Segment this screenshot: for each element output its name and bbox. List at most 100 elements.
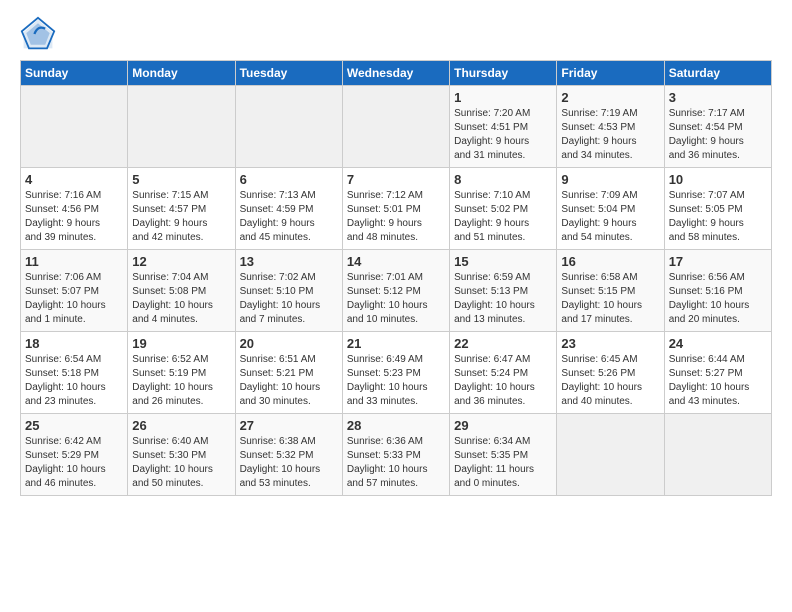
week-row-2: 11 Sunrise: 7:06 AM Sunset: 5:07 PM Dayli… [21, 250, 772, 332]
day-info: Sunrise: 7:10 AM Sunset: 5:02 PM Dayligh… [454, 189, 552, 245]
day-number: 7 [347, 172, 445, 187]
calendar-cell: 13 Sunrise: 7:02 AM Sunset: 5:10 PM Dayli… [235, 250, 342, 332]
logo [20, 16, 60, 52]
day-info: Sunrise: 7:09 AM Sunset: 5:04 PM Dayligh… [561, 189, 659, 245]
calendar-cell: 29 Sunrise: 6:34 AM Sunset: 5:35 PM Dayli… [450, 414, 557, 496]
calendar-cell [21, 86, 128, 168]
calendar-cell: 20 Sunrise: 6:51 AM Sunset: 5:21 PM Dayli… [235, 332, 342, 414]
calendar-cell: 3 Sunrise: 7:17 AM Sunset: 4:54 PM Daylig… [664, 86, 771, 168]
week-row-4: 25 Sunrise: 6:42 AM Sunset: 5:29 PM Dayli… [21, 414, 772, 496]
day-info: Sunrise: 6:45 AM Sunset: 5:26 PM Dayligh… [561, 353, 659, 409]
day-number: 4 [25, 172, 123, 187]
day-info: Sunrise: 6:54 AM Sunset: 5:18 PM Dayligh… [25, 353, 123, 409]
day-info: Sunrise: 6:59 AM Sunset: 5:13 PM Dayligh… [454, 271, 552, 327]
day-number: 26 [132, 418, 230, 433]
day-number: 29 [454, 418, 552, 433]
calendar-cell: 11 Sunrise: 7:06 AM Sunset: 5:07 PM Dayli… [21, 250, 128, 332]
day-number: 13 [240, 254, 338, 269]
calendar-cell: 26 Sunrise: 6:40 AM Sunset: 5:30 PM Dayli… [128, 414, 235, 496]
day-info: Sunrise: 7:04 AM Sunset: 5:08 PM Dayligh… [132, 271, 230, 327]
day-info: Sunrise: 6:51 AM Sunset: 5:21 PM Dayligh… [240, 353, 338, 409]
day-number: 21 [347, 336, 445, 351]
day-info: Sunrise: 6:36 AM Sunset: 5:33 PM Dayligh… [347, 435, 445, 491]
calendar-cell: 12 Sunrise: 7:04 AM Sunset: 5:08 PM Dayli… [128, 250, 235, 332]
day-number: 11 [25, 254, 123, 269]
calendar-cell [664, 414, 771, 496]
calendar-table: SundayMondayTuesdayWednesdayThursdayFrid… [20, 60, 772, 496]
day-info: Sunrise: 7:19 AM Sunset: 4:53 PM Dayligh… [561, 107, 659, 163]
day-header-thursday: Thursday [450, 61, 557, 86]
calendar-cell: 17 Sunrise: 6:56 AM Sunset: 5:16 PM Dayli… [664, 250, 771, 332]
day-info: Sunrise: 7:13 AM Sunset: 4:59 PM Dayligh… [240, 189, 338, 245]
day-number: 9 [561, 172, 659, 187]
day-number: 24 [669, 336, 767, 351]
calendar-cell: 18 Sunrise: 6:54 AM Sunset: 5:18 PM Dayli… [21, 332, 128, 414]
day-header-sunday: Sunday [21, 61, 128, 86]
calendar-cell: 4 Sunrise: 7:16 AM Sunset: 4:56 PM Daylig… [21, 168, 128, 250]
day-header-tuesday: Tuesday [235, 61, 342, 86]
calendar-cell: 8 Sunrise: 7:10 AM Sunset: 5:02 PM Daylig… [450, 168, 557, 250]
day-header-monday: Monday [128, 61, 235, 86]
calendar-cell: 22Sunrise: 6:47 AM Sunset: 5:24 PM Dayli… [450, 332, 557, 414]
day-info: Sunrise: 6:40 AM Sunset: 5:30 PM Dayligh… [132, 435, 230, 491]
week-row-3: 18 Sunrise: 6:54 AM Sunset: 5:18 PM Dayli… [21, 332, 772, 414]
day-info: Sunrise: 6:34 AM Sunset: 5:35 PM Dayligh… [454, 435, 552, 491]
day-number: 28 [347, 418, 445, 433]
day-info: Sunrise: 7:20 AM Sunset: 4:51 PM Dayligh… [454, 107, 552, 163]
page: SundayMondayTuesdayWednesdayThursdayFrid… [0, 0, 792, 506]
calendar-cell: 7 Sunrise: 7:12 AM Sunset: 5:01 PM Daylig… [342, 168, 449, 250]
calendar-cell: 10 Sunrise: 7:07 AM Sunset: 5:05 PM Dayli… [664, 168, 771, 250]
day-info: Sunrise: 7:12 AM Sunset: 5:01 PM Dayligh… [347, 189, 445, 245]
calendar-cell [557, 414, 664, 496]
day-info: Sunrise: 7:06 AM Sunset: 5:07 PM Dayligh… [25, 271, 123, 327]
day-number: 1 [454, 90, 552, 105]
calendar-cell: 19 Sunrise: 6:52 AM Sunset: 5:19 PM Dayli… [128, 332, 235, 414]
day-info: Sunrise: 7:02 AM Sunset: 5:10 PM Dayligh… [240, 271, 338, 327]
calendar-cell: 14 Sunrise: 7:01 AM Sunset: 5:12 PM Dayli… [342, 250, 449, 332]
day-number: 23 [561, 336, 659, 351]
day-info: Sunrise: 7:17 AM Sunset: 4:54 PM Dayligh… [669, 107, 767, 163]
calendar-cell: 5Sunrise: 7:15 AM Sunset: 4:57 PM Daylig… [128, 168, 235, 250]
day-number: 20 [240, 336, 338, 351]
day-info: Sunrise: 7:16 AM Sunset: 4:56 PM Dayligh… [25, 189, 123, 245]
calendar-cell: 9 Sunrise: 7:09 AM Sunset: 5:04 PM Daylig… [557, 168, 664, 250]
day-number: 25 [25, 418, 123, 433]
day-header-saturday: Saturday [664, 61, 771, 86]
header-row: SundayMondayTuesdayWednesdayThursdayFrid… [21, 61, 772, 86]
day-info: Sunrise: 6:44 AM Sunset: 5:27 PM Dayligh… [669, 353, 767, 409]
day-number: 6 [240, 172, 338, 187]
calendar-cell: 27 Sunrise: 6:38 AM Sunset: 5:32 PM Dayli… [235, 414, 342, 496]
day-info: Sunrise: 6:38 AM Sunset: 5:32 PM Dayligh… [240, 435, 338, 491]
day-number: 12 [132, 254, 230, 269]
calendar-cell [342, 86, 449, 168]
day-number: 19 [132, 336, 230, 351]
calendar-cell: 24 Sunrise: 6:44 AM Sunset: 5:27 PM Dayli… [664, 332, 771, 414]
day-number: 2 [561, 90, 659, 105]
calendar-cell [128, 86, 235, 168]
logo-icon [20, 16, 56, 52]
day-number: 27 [240, 418, 338, 433]
day-number: 5 [132, 172, 230, 187]
day-info: Sunrise: 7:07 AM Sunset: 5:05 PM Dayligh… [669, 189, 767, 245]
day-header-wednesday: Wednesday [342, 61, 449, 86]
header [20, 16, 772, 52]
day-number: 10 [669, 172, 767, 187]
day-info: Sunrise: 6:52 AM Sunset: 5:19 PM Dayligh… [132, 353, 230, 409]
day-number: 8 [454, 172, 552, 187]
day-number: 3 [669, 90, 767, 105]
day-info: Sunrise: 6:56 AM Sunset: 5:16 PM Dayligh… [669, 271, 767, 327]
week-row-1: 4 Sunrise: 7:16 AM Sunset: 4:56 PM Daylig… [21, 168, 772, 250]
day-number: 17 [669, 254, 767, 269]
day-info: Sunrise: 6:49 AM Sunset: 5:23 PM Dayligh… [347, 353, 445, 409]
day-info: Sunrise: 6:42 AM Sunset: 5:29 PM Dayligh… [25, 435, 123, 491]
day-info: Sunrise: 6:47 AM Sunset: 5:24 PM Dayligh… [454, 353, 552, 409]
calendar-cell: 25 Sunrise: 6:42 AM Sunset: 5:29 PM Dayli… [21, 414, 128, 496]
day-number: 18 [25, 336, 123, 351]
calendar-cell: 21 Sunrise: 6:49 AM Sunset: 5:23 PM Dayli… [342, 332, 449, 414]
day-header-friday: Friday [557, 61, 664, 86]
calendar-cell: 23 Sunrise: 6:45 AM Sunset: 5:26 PM Dayli… [557, 332, 664, 414]
calendar-cell: 16Sunrise: 6:58 AM Sunset: 5:15 PM Dayli… [557, 250, 664, 332]
day-number: 14 [347, 254, 445, 269]
day-info: Sunrise: 7:01 AM Sunset: 5:12 PM Dayligh… [347, 271, 445, 327]
week-row-0: 1 Sunrise: 7:20 AM Sunset: 4:51 PM Daylig… [21, 86, 772, 168]
